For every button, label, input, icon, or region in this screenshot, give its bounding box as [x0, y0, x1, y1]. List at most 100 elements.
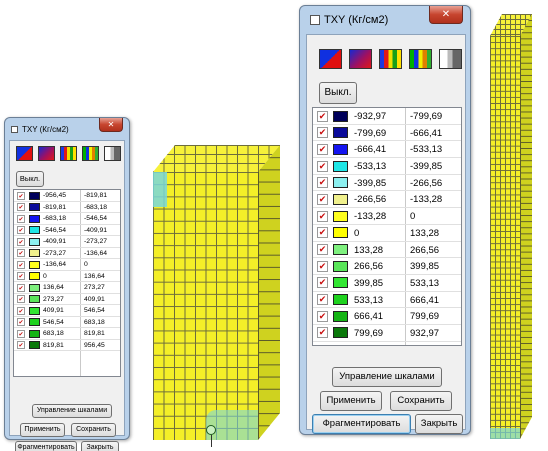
- model-view-left[interactable]: [148, 100, 288, 447]
- color-swatch[interactable]: [333, 294, 348, 306]
- scale-row[interactable]: ✔ 683,18 819,81: [14, 328, 120, 340]
- scale-row[interactable]: ✔ 666,41 799,69: [313, 308, 461, 325]
- color-swatch[interactable]: [333, 127, 348, 139]
- color-swatch[interactable]: [333, 327, 348, 339]
- color-swatch[interactable]: [29, 260, 40, 269]
- row-checkbox[interactable]: ✔: [17, 283, 25, 292]
- row-checkbox[interactable]: ✔: [17, 295, 25, 303]
- scale-management-button[interactable]: Управление шкалами: [332, 367, 442, 387]
- color-swatch[interactable]: [333, 244, 348, 255]
- model-view-right[interactable]: [488, 8, 538, 443]
- row-checkbox[interactable]: ✔: [17, 191, 25, 200]
- row-checkbox[interactable]: ✔: [17, 306, 25, 315]
- row-checkbox[interactable]: ✔: [317, 310, 328, 322]
- row-checkbox[interactable]: ✔: [17, 341, 25, 349]
- row-checkbox[interactable]: ✔: [17, 226, 25, 234]
- row-checkbox[interactable]: ✔: [17, 237, 25, 246]
- scale-row[interactable]: ✔ -266,56 -133,28: [313, 191, 461, 209]
- row-checkbox[interactable]: ✔: [17, 203, 25, 211]
- close-icon[interactable]: ✕: [99, 118, 123, 132]
- color-swatch[interactable]: [333, 227, 348, 239]
- color-swatch[interactable]: [333, 143, 348, 155]
- stripe-color-alt-icon[interactable]: [409, 49, 432, 69]
- scale-row[interactable]: ✔ 409,91 546,54: [14, 305, 120, 317]
- color-swatch[interactable]: [333, 160, 348, 172]
- color-swatch[interactable]: [29, 249, 40, 257]
- scale-row[interactable]: ✔ 819,81 956,45: [14, 340, 120, 351]
- scale-row[interactable]: ✔ -956,45 -819,81: [14, 190, 120, 202]
- scale-row[interactable]: ✔ -136,64 0: [14, 259, 120, 271]
- color-swatch[interactable]: [29, 295, 40, 303]
- row-checkbox[interactable]: ✔: [17, 260, 25, 269]
- fragment-button[interactable]: Фрагментировать: [312, 414, 411, 434]
- scale-row[interactable]: ✔ -133,28 0: [313, 208, 461, 225]
- scale-row[interactable]: ✔ -932,97 -799,69: [313, 108, 461, 125]
- gradient-color-icon[interactable]: [38, 146, 55, 161]
- color-swatch[interactable]: [333, 310, 348, 322]
- row-checkbox[interactable]: ✔: [317, 244, 328, 255]
- scale-row[interactable]: ✔ -399,85 -266,56: [313, 175, 461, 192]
- scale-row[interactable]: ✔ -819,81 -683,18: [14, 202, 120, 213]
- grayscale-icon[interactable]: [439, 49, 462, 69]
- color-swatch[interactable]: [333, 260, 348, 272]
- fragment-button[interactable]: Фрагментировать: [15, 441, 77, 451]
- scale-row[interactable]: ✔ -799,69 -666,41: [313, 125, 461, 142]
- scale-row[interactable]: ✔ -666,41 -533,13: [313, 141, 461, 159]
- row-checkbox[interactable]: ✔: [17, 318, 25, 326]
- row-checkbox[interactable]: ✔: [317, 127, 328, 139]
- close-button[interactable]: Закрыть: [81, 441, 119, 451]
- row-checkbox[interactable]: ✔: [317, 193, 328, 205]
- gradient-color-icon[interactable]: [349, 49, 372, 69]
- color-swatch[interactable]: [29, 191, 40, 200]
- row-checkbox[interactable]: ✔: [17, 214, 25, 223]
- color-swatch[interactable]: [29, 226, 40, 234]
- color-swatch[interactable]: [29, 306, 40, 315]
- color-swatch[interactable]: [333, 110, 348, 122]
- color-swatch[interactable]: [333, 277, 348, 289]
- color-swatch[interactable]: [29, 237, 40, 246]
- scale-row[interactable]: ✔ -546,54 -409,91: [14, 225, 120, 236]
- close-button[interactable]: Закрыть: [415, 414, 463, 434]
- row-checkbox[interactable]: ✔: [317, 110, 328, 122]
- row-checkbox[interactable]: ✔: [17, 272, 25, 280]
- scale-row[interactable]: ✔ 546,54 683,18: [14, 317, 120, 328]
- scale-row[interactable]: ✔ 799,69 932,97: [313, 325, 461, 342]
- row-checkbox[interactable]: ✔: [317, 227, 328, 239]
- color-swatch[interactable]: [29, 341, 40, 349]
- color-swatch[interactable]: [29, 272, 40, 280]
- apply-button[interactable]: Применить: [20, 423, 65, 437]
- scale-row[interactable]: ✔ -683,18 -546,54: [14, 213, 120, 225]
- color-swatch[interactable]: [29, 203, 40, 211]
- color-swatch[interactable]: [333, 193, 348, 205]
- row-checkbox[interactable]: ✔: [317, 277, 328, 289]
- stripe-color-alt-icon[interactable]: [82, 146, 99, 161]
- scale-row[interactable]: ✔ 0 136,64: [14, 271, 120, 282]
- scale-row[interactable]: ✔ 266,56 399,85: [313, 258, 461, 275]
- scale-row[interactable]: ✔ -273,27 -136,64: [14, 248, 120, 259]
- scale-row[interactable]: ✔ 533,13 666,41: [313, 292, 461, 309]
- scale-row[interactable]: ✔ -533,13 -399,85: [313, 158, 461, 175]
- row-checkbox[interactable]: ✔: [317, 327, 328, 339]
- scale-row[interactable]: ✔ 0 133,28: [313, 225, 461, 242]
- off-button[interactable]: Выкл.: [319, 82, 357, 104]
- row-checkbox[interactable]: ✔: [17, 329, 25, 338]
- grayscale-icon[interactable]: [104, 146, 121, 161]
- apply-button[interactable]: Применить: [320, 391, 382, 411]
- row-checkbox[interactable]: ✔: [317, 177, 328, 189]
- row-checkbox[interactable]: ✔: [317, 160, 328, 172]
- color-swatch[interactable]: [333, 210, 348, 222]
- color-swatch[interactable]: [333, 177, 348, 189]
- save-button[interactable]: Сохранить: [71, 423, 116, 437]
- scale-row[interactable]: ✔ 133,28 266,56: [313, 242, 461, 259]
- scale-row[interactable]: ✔ 399,85 533,13: [313, 275, 461, 292]
- split-color-icon[interactable]: [319, 49, 342, 69]
- row-checkbox[interactable]: ✔: [17, 249, 25, 257]
- stripe-color-icon[interactable]: [60, 146, 77, 161]
- scale-row[interactable]: ✔ -409,91 -273,27: [14, 236, 120, 248]
- color-swatch[interactable]: [29, 214, 40, 223]
- close-icon[interactable]: ✕: [429, 6, 463, 24]
- row-checkbox[interactable]: ✔: [317, 294, 328, 306]
- off-button[interactable]: Выкл.: [16, 171, 44, 187]
- row-checkbox[interactable]: ✔: [317, 143, 328, 155]
- row-checkbox[interactable]: ✔: [317, 210, 328, 222]
